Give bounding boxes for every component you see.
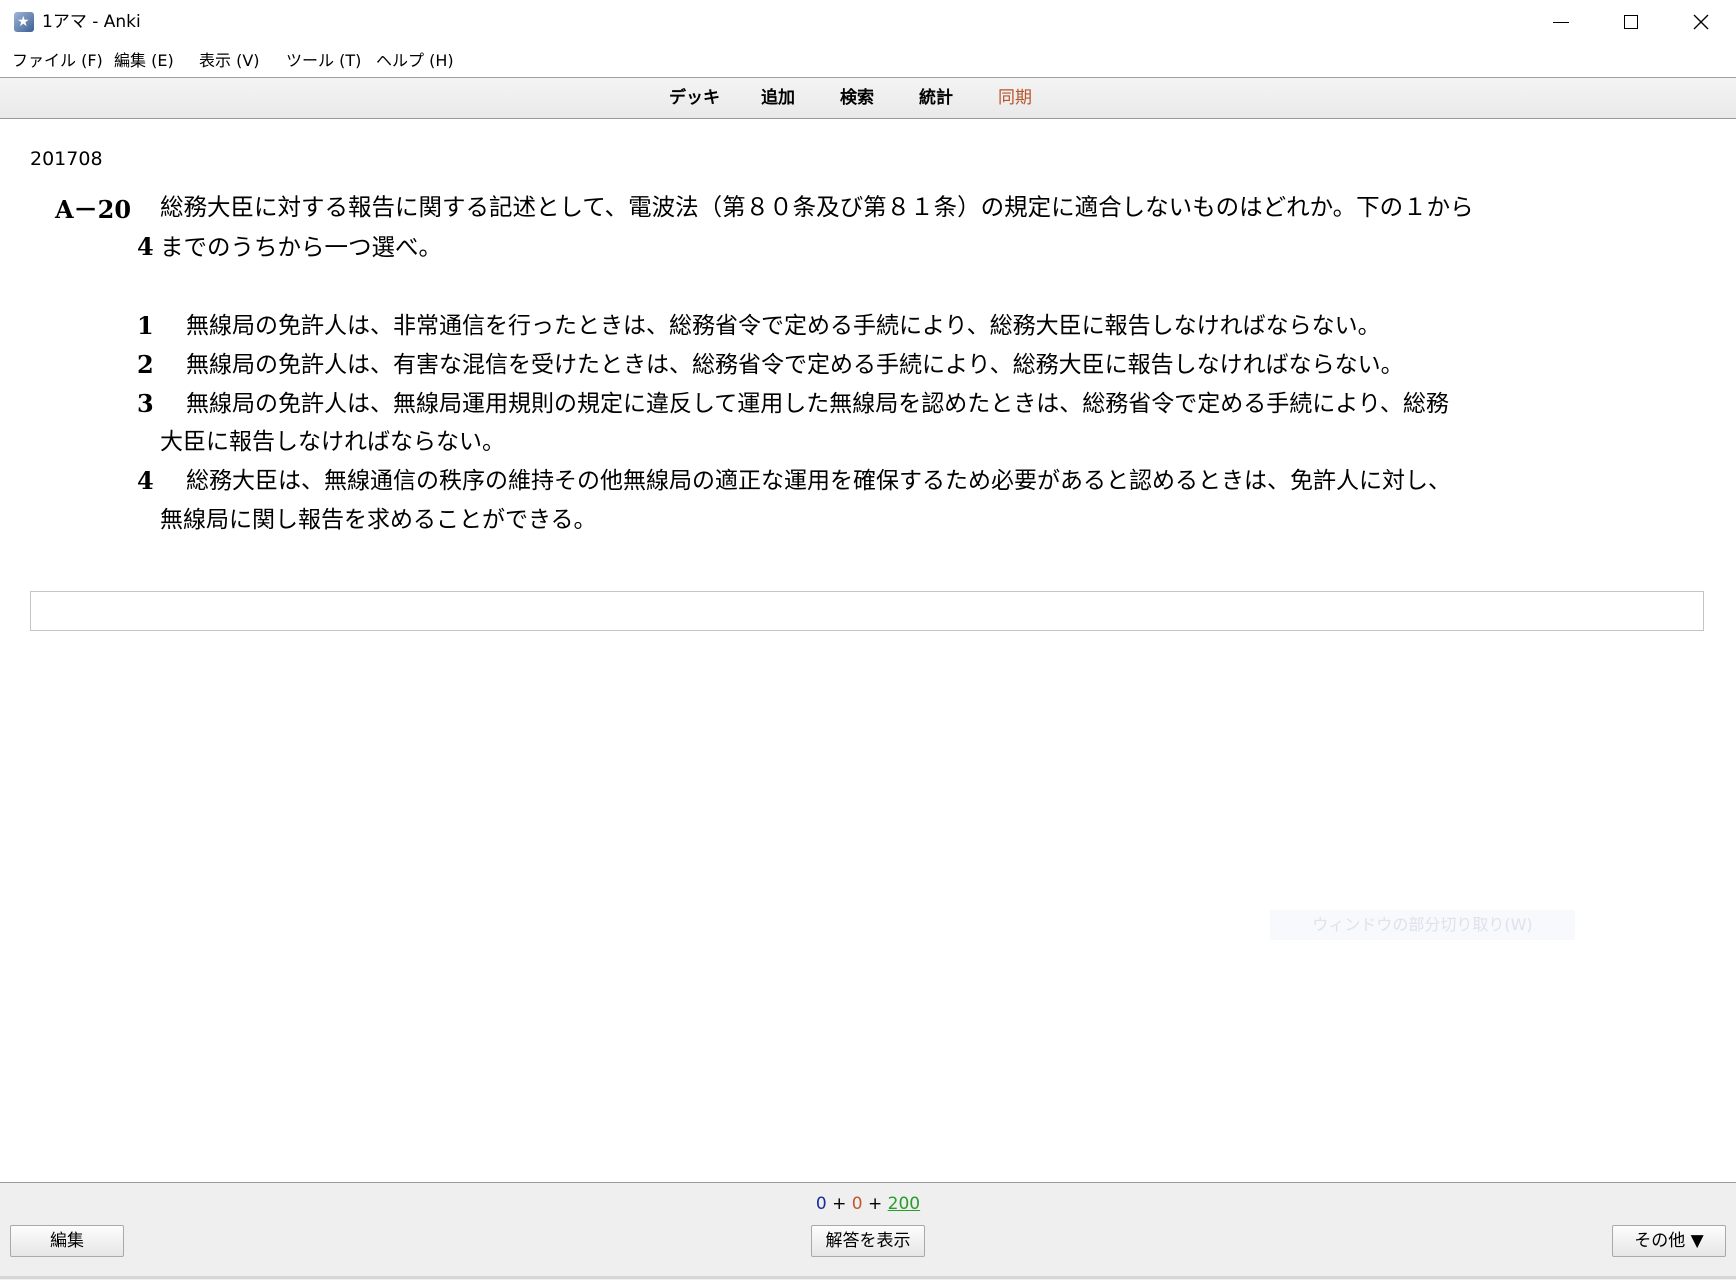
option-text-continued: 無線局に関し報告を求めることができる。 xyxy=(160,507,597,533)
menu-tools[interactable]: ツール (T) xyxy=(286,50,361,72)
option-text: 総務大臣は、無線通信の秩序の維持その他無線局の適正な運用を確保するため必要がある… xyxy=(186,468,1451,494)
count-separator: + xyxy=(868,1194,883,1214)
menu-bar: ファイル (F) 編集 (E) 表示 (V) ツール (T) ヘルプ (H) xyxy=(0,44,1736,78)
maximize-button[interactable] xyxy=(1596,0,1666,44)
due-counts: 0 + 0 + 200 xyxy=(0,1193,1736,1215)
close-button[interactable] xyxy=(1666,0,1736,44)
card-deck-id: 201708 xyxy=(30,148,103,170)
menu-file[interactable]: ファイル (F) xyxy=(12,50,103,72)
anki-star-icon xyxy=(14,12,34,32)
option-number: 2 xyxy=(137,350,154,379)
title-bar: 1アマ - Anki xyxy=(0,0,1736,44)
menu-edit[interactable]: 編集 (E) xyxy=(114,50,174,72)
learn-count: 0 xyxy=(851,1194,863,1214)
option-number: 4 xyxy=(137,466,154,495)
option-text-continued: 大臣に報告しなければならない。 xyxy=(160,429,505,455)
main-toolbar: デッキ 追加 検索 統計 同期 xyxy=(0,78,1736,119)
count-separator: + xyxy=(832,1194,847,1214)
show-answer-button[interactable]: 解答を表示 xyxy=(811,1225,925,1257)
new-count: 0 xyxy=(815,1194,827,1214)
window-title: 1アマ - Anki xyxy=(42,12,141,32)
review-bottom-bar: 0 + 0 + 200 編集 解答を表示 その他 ▼ xyxy=(0,1182,1736,1280)
question-number: A－20 xyxy=(55,195,132,224)
question-text-line1: 総務大臣に対する報告に関する記述として、電波法（第８０条及び第８１条）の規定に適… xyxy=(160,193,1474,221)
more-button[interactable]: その他 ▼ xyxy=(1612,1225,1726,1257)
toolbar-add-link[interactable]: 追加 xyxy=(761,87,795,109)
option-text: 無線局の免許人は、有害な混信を受けたときは、総務省令で定める手続により、総務大臣… xyxy=(186,352,1404,378)
toolbar-decks-link[interactable]: デッキ xyxy=(669,87,720,109)
review-count[interactable]: 200 xyxy=(888,1194,920,1214)
option-text: 無線局の免許人は、無線局運用規則の規定に違反して運用した無線局を認めたときは、総… xyxy=(186,391,1449,417)
question-line2-number: 4 xyxy=(137,232,154,261)
close-icon xyxy=(1693,14,1709,30)
menu-help[interactable]: ヘルプ (H) xyxy=(376,50,454,72)
edit-button[interactable]: 編集 xyxy=(10,1225,124,1257)
toolbar-stats-link[interactable]: 統計 xyxy=(919,87,953,109)
card-view: 201708 A－20 総務大臣に対する報告に関する記述として、電波法（第８０条… xyxy=(0,120,1736,1182)
menu-view[interactable]: 表示 (V) xyxy=(199,50,260,72)
toolbar-browse-link[interactable]: 検索 xyxy=(840,87,874,109)
type-answer-input[interactable] xyxy=(30,591,1704,631)
option-number: 3 xyxy=(137,389,154,418)
minimize-button[interactable] xyxy=(1526,0,1596,44)
snip-watermark: ウィンドウの部分切り取り(W) xyxy=(1270,910,1575,940)
toolbar-sync-link[interactable]: 同期 xyxy=(998,87,1032,109)
question-text-line2: までのうちから一つ選べ。 xyxy=(160,233,442,261)
minimize-icon xyxy=(1553,21,1569,23)
option-number: 1 xyxy=(137,311,154,340)
maximize-icon xyxy=(1624,15,1638,29)
option-text: 無線局の免許人は、非常通信を行ったときは、総務省令で定める手続により、総務大臣に… xyxy=(186,313,1381,339)
